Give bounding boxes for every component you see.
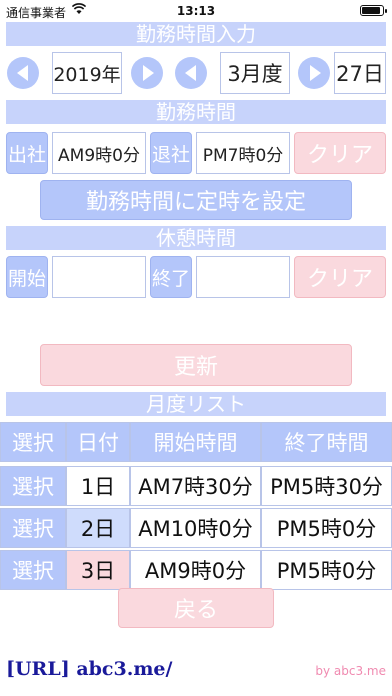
row-end-time: PM5時0分	[261, 550, 392, 590]
row-select-button[interactable]: 選択	[0, 508, 66, 548]
year-field[interactable]: 2019年	[52, 52, 122, 94]
break-clear-button[interactable]: クリア	[294, 256, 386, 298]
row-end-time: PM5時30分	[261, 466, 392, 506]
arrow-left-icon	[184, 65, 196, 81]
row-start-time: AM7時30分	[130, 466, 261, 506]
header-end-time: 終了時間	[261, 422, 392, 462]
next-year-button[interactable]	[131, 57, 163, 89]
work-clear-button[interactable]: クリア	[294, 132, 386, 174]
row-select-button[interactable]: 選択	[0, 550, 66, 590]
back-button[interactable]: 戻る	[118, 588, 274, 628]
row-date: 2日	[66, 508, 130, 548]
set-default-time-button[interactable]: 勤務時間に定時を設定	[40, 180, 352, 220]
table-header-row: 選択 日付 開始時間 終了時間	[0, 422, 392, 462]
arrow-right-icon	[142, 65, 154, 81]
break-time-title: 休憩時間	[6, 226, 386, 250]
row-date: 1日	[66, 466, 130, 506]
status-time: 13:13	[176, 4, 216, 18]
update-button[interactable]: 更新	[40, 344, 352, 386]
break-end-button[interactable]: 終了	[150, 256, 192, 298]
monthly-list-title: 月度リスト	[6, 392, 386, 416]
prev-month-button[interactable]	[175, 57, 207, 89]
work-time-title: 勤務時間	[6, 100, 386, 124]
work-end-field[interactable]: PM7時0分	[196, 132, 290, 174]
row-start-time: AM9時0分	[130, 550, 261, 590]
battery-icon	[360, 5, 387, 16]
break-end-field[interactable]	[196, 256, 290, 298]
arrow-left-icon	[16, 65, 28, 81]
prev-year-button[interactable]	[7, 57, 39, 89]
day-field[interactable]: 27日	[334, 52, 386, 94]
work-end-button[interactable]: 退社	[150, 132, 192, 174]
row-end-time: PM5時0分	[261, 508, 392, 548]
table-row: 選択 3日 AM9時0分 PM5時0分	[0, 550, 392, 590]
next-month-button[interactable]	[298, 57, 330, 89]
row-date: 3日	[66, 550, 130, 590]
row-select-button[interactable]: 選択	[0, 466, 66, 506]
break-start-field[interactable]	[52, 256, 146, 298]
table-row: 選択 1日 AM7時30分 PM5時30分	[0, 466, 392, 506]
input-title: 勤務時間入力	[6, 22, 386, 46]
by-credit: by abc3.me	[315, 664, 386, 678]
url-link[interactable]: [URL] abc3.me/	[6, 658, 172, 680]
status-bar: 通信事業者 13:13	[0, 0, 392, 22]
monthly-list-table: 選択 日付 開始時間 終了時間 選択 1日 AM7時30分 PM5時30分 選択…	[0, 422, 392, 590]
table-row: 選択 2日 AM10時0分 PM5時0分	[0, 508, 392, 548]
break-start-button[interactable]: 開始	[6, 256, 48, 298]
header-start-time: 開始時間	[130, 422, 261, 462]
work-start-button[interactable]: 出社	[6, 132, 48, 174]
header-select: 選択	[0, 422, 66, 462]
work-start-field[interactable]: AM9時0分	[52, 132, 146, 174]
row-start-time: AM10時0分	[130, 508, 261, 548]
header-date: 日付	[66, 422, 130, 462]
month-field[interactable]: 3月度	[220, 52, 290, 94]
arrow-right-icon	[309, 65, 321, 81]
